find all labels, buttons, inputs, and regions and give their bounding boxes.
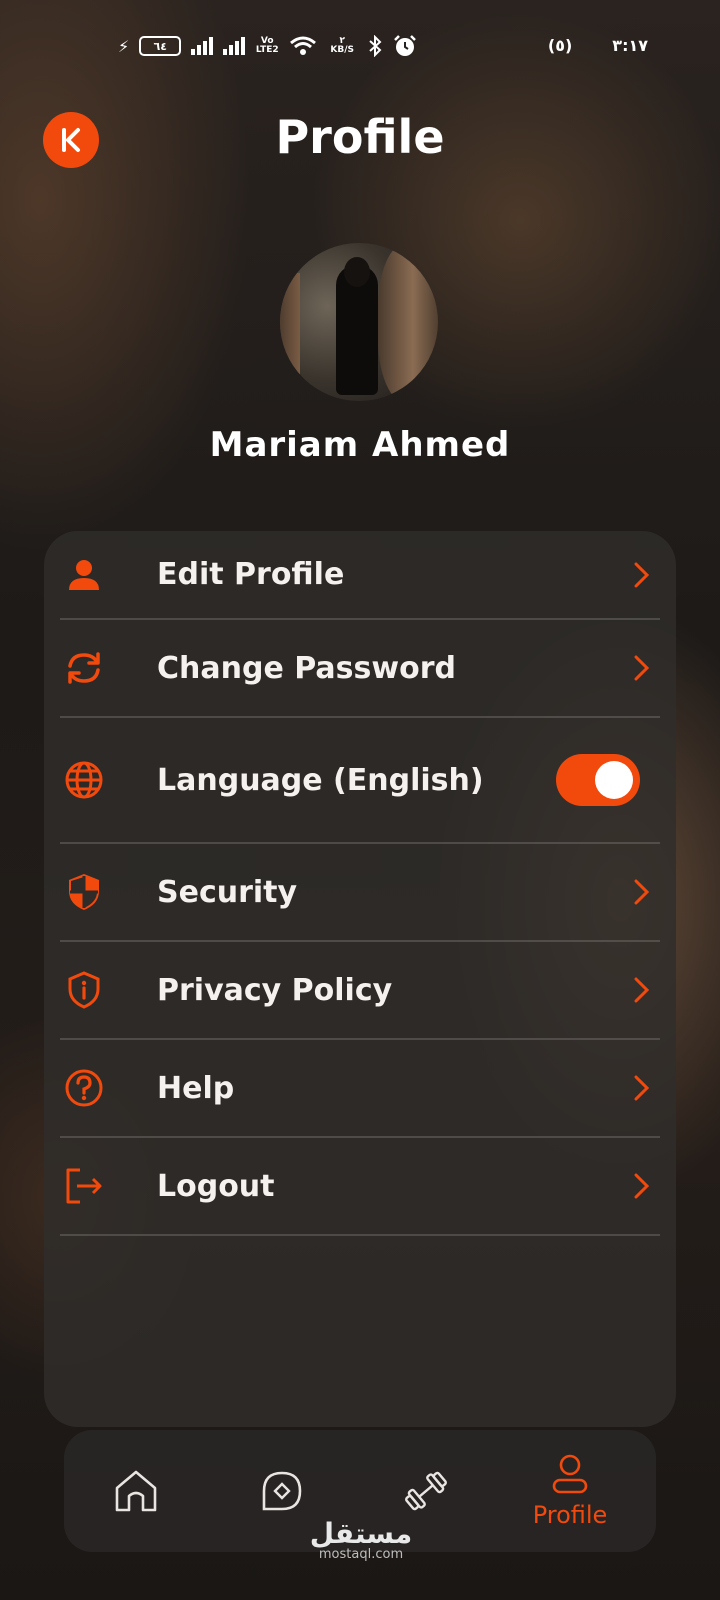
- menu-item-privacy-policy[interactable]: Privacy Policy: [60, 942, 660, 1040]
- page-title: Profile: [275, 110, 445, 164]
- watermark-latin: mostaql.com: [318, 1547, 404, 1562]
- profile-icon: [552, 1454, 588, 1494]
- chevron-right-icon: [634, 655, 650, 681]
- battery-indicator: ٦٤: [139, 36, 182, 56]
- menu-label: Logout: [157, 1168, 275, 1204]
- watermark-arabic: مستقل: [309, 1517, 413, 1550]
- menu-label: Language (English): [157, 762, 484, 798]
- menu-item-help[interactable]: Help: [60, 1040, 660, 1138]
- bluetooth-icon: [369, 35, 382, 57]
- avatar[interactable]: [280, 243, 438, 401]
- compass-icon: [262, 1471, 302, 1511]
- chevron-right-icon: [634, 1075, 650, 1101]
- language-toggle[interactable]: [556, 754, 640, 806]
- question-icon: [62, 1066, 106, 1110]
- charging-icon: ⚡: [118, 36, 130, 56]
- menu-label: Change Password: [157, 650, 456, 686]
- watermark: مستقل mostaql.com: [306, 1520, 416, 1562]
- refresh-icon: [62, 646, 106, 690]
- logout-icon: [62, 1164, 106, 1208]
- menu-label: Privacy Policy: [157, 972, 393, 1008]
- shield-info-icon: [62, 968, 106, 1012]
- person-icon: [62, 553, 106, 597]
- chevron-right-icon: [634, 1173, 650, 1199]
- battery-level: ٦٤: [153, 39, 167, 53]
- menu-item-edit-profile[interactable]: Edit Profile: [60, 531, 660, 620]
- menu-item-logout[interactable]: Logout: [60, 1138, 660, 1236]
- signal-icon-2: [223, 37, 246, 55]
- status-icons: ⚡ ٦٤ Vo LTE2 ٢ KB/S: [118, 34, 417, 58]
- menu-item-change-password[interactable]: Change Password: [60, 620, 660, 718]
- notification-count: (٥): [547, 36, 573, 55]
- chevron-right-icon: [634, 977, 650, 1003]
- wifi-icon: [290, 36, 317, 55]
- volte-icon: Vo LTE2: [255, 36, 279, 55]
- menu-label: Edit Profile: [157, 557, 345, 592]
- toggle-knob: [595, 761, 633, 799]
- alarm-icon: [394, 35, 417, 56]
- network-speed-unit: KB/S: [330, 45, 355, 55]
- shield-icon: [62, 870, 106, 914]
- status-bar: ⚡ ٦٤ Vo LTE2 ٢ KB/S (٥) ٣:١٧: [0, 30, 720, 66]
- nav-home[interactable]: [94, 1430, 178, 1552]
- chevron-right-icon: [634, 562, 650, 587]
- menu-label: Security: [157, 874, 298, 910]
- status-right: (٥) ٣:١٧: [548, 36, 648, 55]
- menu-label: Help: [157, 1070, 235, 1106]
- menu-item-language[interactable]: Language (English): [60, 718, 660, 844]
- home-icon: [115, 1470, 157, 1512]
- dumbbell-icon: [405, 1471, 447, 1511]
- nav-profile-label: Profile: [532, 1501, 608, 1529]
- signal-icon-1: [191, 37, 214, 55]
- settings-menu-card: Edit Profile Change Password Language (E…: [44, 531, 676, 1427]
- chevron-right-icon: [634, 879, 650, 905]
- user-name: Mariam Ahmed: [209, 425, 511, 465]
- menu-item-security[interactable]: Security: [60, 844, 660, 942]
- network-speed: ٢ KB/S: [327, 37, 357, 55]
- clock: ٣:١٧: [612, 36, 648, 55]
- nav-profile[interactable]: Profile: [520, 1430, 620, 1552]
- globe-icon: [62, 758, 106, 802]
